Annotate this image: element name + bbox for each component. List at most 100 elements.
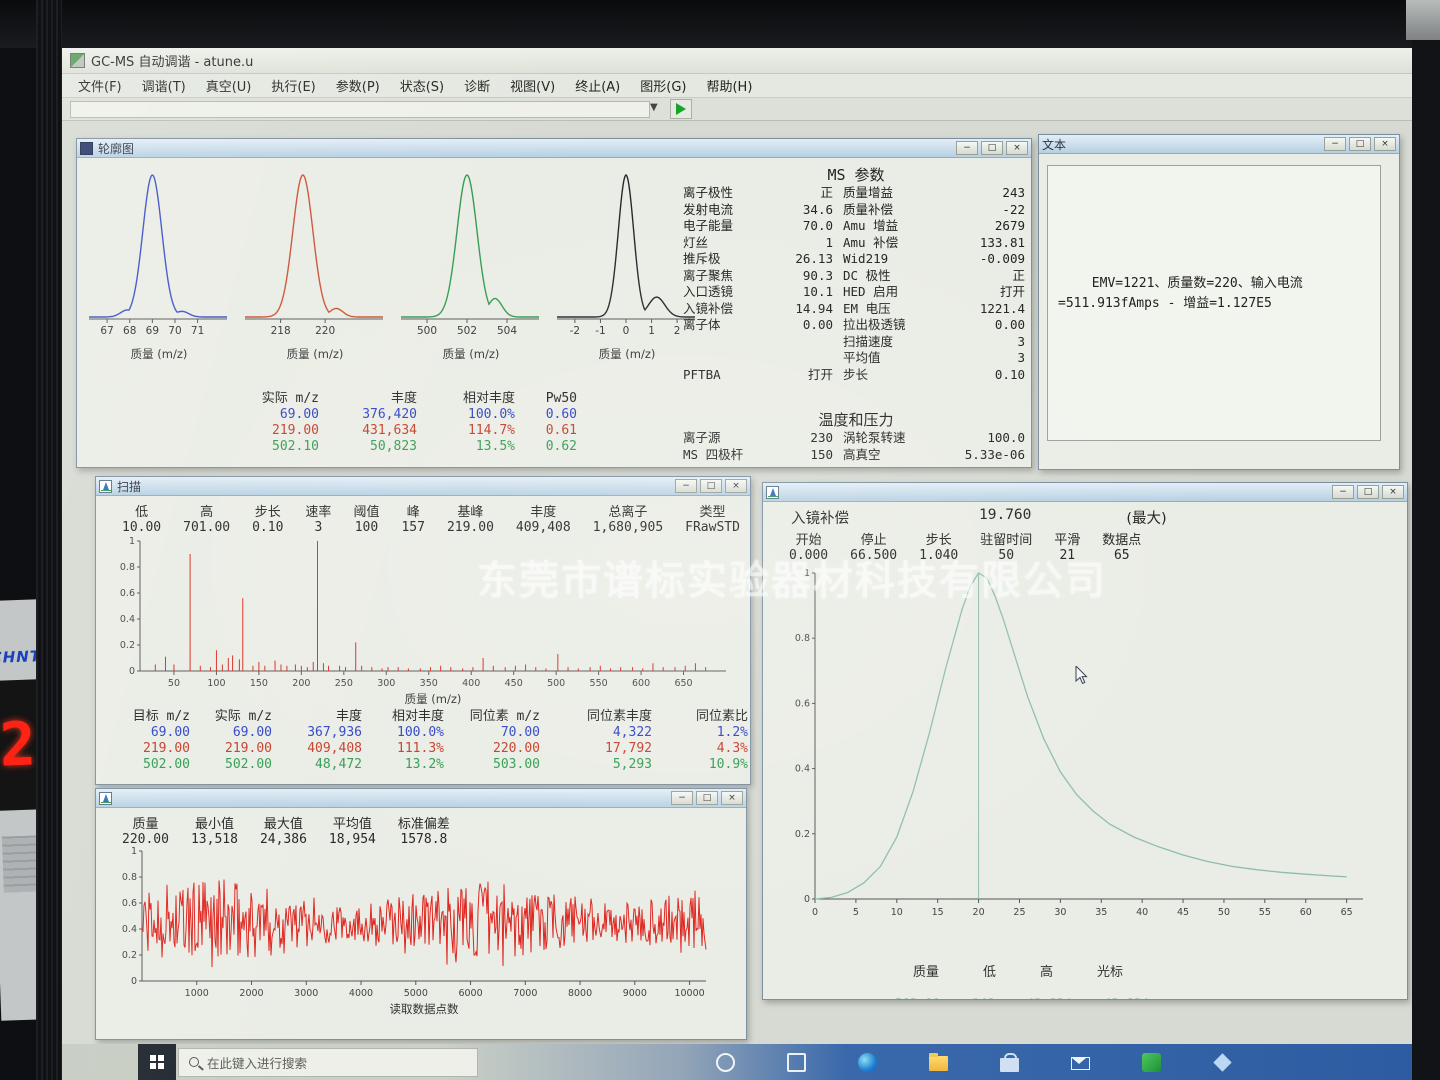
scan-window-titlebar[interactable]: 扫描 −□× [96,477,750,496]
close-button[interactable]: × [725,479,747,493]
chevron-down-icon[interactable]: ▼ [650,102,658,113]
svg-text:200: 200 [292,678,310,689]
task-view-icon[interactable] [787,1053,806,1072]
temp-pressure-rows: 离子源230涡轮泵转速100.0MS 四极杆150高真空5.33e-06 [683,430,1029,463]
ms-params-panel: MS 参数 离子极性正质量增益243发射电流34.6质量补偿-22电子能量70.… [683,159,1029,467]
menu-item-2[interactable]: 真空(U) [196,74,262,97]
menu-item-4[interactable]: 参数(P) [326,74,390,97]
menu-item-10[interactable]: 帮助(H) [696,74,762,97]
edge-browser-icon[interactable] [858,1053,877,1072]
chnt-brand-label: CHNT [0,647,41,667]
menu-item-5[interactable]: 状态(S) [390,74,454,97]
stat-col: 质量220.00 [122,813,169,847]
ms-param-cell: 14.94 [775,301,833,318]
table-header-cell: 丰度 [276,709,366,725]
table-cell: 10.9% [656,757,750,773]
minimize-button[interactable]: − [1324,137,1346,151]
ms-param-cell: 70.0 [775,218,833,235]
stat-col: 高701.00 [183,501,230,535]
stat-header: 最小值 [191,813,238,832]
minimize-button[interactable]: − [1332,485,1354,499]
menu-item-0[interactable]: 文件(F) [68,74,132,97]
table-row: 502.1050,82313.5%0.62 [235,439,581,455]
ms-param-cell: Wid219 [833,251,937,268]
stat-header: 开始 [789,529,828,548]
ms-param-cell: MS 四极杆 [683,447,775,464]
text-window-titlebar[interactable]: 文本 −□× [1039,135,1399,154]
table-cell: 219.00 [194,741,276,757]
table-header-row: 目标 m/z实际 m/z丰度相对丰度同位素 m/z同位素丰度同位素比 [122,709,750,725]
ms-param-cell: 平均值 [833,350,937,367]
mail-icon[interactable] [1071,1057,1090,1070]
menu-item-3[interactable]: 执行(E) [261,74,325,97]
menu-item-6[interactable]: 诊断 [454,74,500,97]
windows-logo-icon [150,1055,164,1069]
menu-item-9[interactable]: 图形(G) [630,74,696,97]
tune-combobox[interactable] [70,101,650,118]
stat-col: 总离子1,680,905 [593,501,663,535]
store-icon[interactable] [1000,1058,1019,1072]
ms-params-rows: 离子极性正质量增益243发射电流34.6质量补偿-22电子能量70.0Amu 增… [683,185,1029,383]
maximize-button[interactable]: □ [1349,137,1371,151]
stat-col: 基峰219.00 [447,501,494,535]
stat-col: 类型FRawSTD [685,501,740,535]
table-cell: 69.00 [235,407,323,423]
ramp-footer-value: 502.00 [895,995,940,999]
close-button[interactable]: × [1382,485,1404,499]
minimize-button[interactable]: − [675,479,697,493]
profile-plot-svg-1: 218220 [241,163,387,341]
noise-window-titlebar[interactable]: −□× [96,789,746,808]
file-explorer-icon[interactable] [929,1056,948,1071]
profile-window-titlebar[interactable]: 轮廓图 −□× [77,139,1031,158]
table-cell: 50,823 [323,439,421,455]
app-titlebar[interactable]: GC-MS 自动调谐 - atune.u [62,48,1412,74]
taskbar-search-input[interactable]: 在此键入进行搜索 [178,1048,478,1077]
stat-header: 峰 [401,501,424,520]
svg-text:0.2: 0.2 [122,950,137,961]
maximize-button[interactable]: □ [1357,485,1379,499]
maximize-button[interactable]: □ [700,479,722,493]
menu-item-1[interactable]: 调谐(T) [132,74,196,97]
ramp-window-titlebar[interactable]: −□× [763,483,1407,502]
svg-text:0.8: 0.8 [795,633,810,644]
ms-param-cell: 34.6 [775,202,833,219]
table-cell: 409,408 [276,741,366,757]
menu-item-7[interactable]: 视图(V) [500,74,565,97]
ms-param-cell: Amu 增益 [833,218,937,235]
maximize-button[interactable]: □ [981,141,1003,155]
cortana-icon[interactable] [716,1053,735,1072]
text-window-body: EMV=1221、质量数=220、输入电流=511.913fAmps - 增益=… [1039,155,1399,469]
svg-text:500: 500 [547,678,565,689]
svg-text:550: 550 [590,678,608,689]
close-button[interactable]: × [721,791,743,805]
table-header-cell: Pw50 [519,391,581,407]
ramp-chart[interactable]: 00.20.40.60.8105101520253035404550556065 [771,561,1395,943]
scan-window-icon [99,480,112,493]
ms-param-cell: 离子极性 [683,185,775,202]
ms-param-cell: 1221.4 [937,301,1029,318]
table-header-cell: 同位素丰度 [544,709,656,725]
ms-param-cell: 150 [775,447,833,464]
close-button[interactable]: × [1006,141,1028,155]
profile-plot-svg-2: 500502504 [397,163,543,341]
minimize-button[interactable]: − [671,791,693,805]
menu-item-8[interactable]: 终止(A) [565,74,630,97]
scan-window-body: 低10.00高701.00步长0.10速率3阈值100峰157基峰219.00丰… [96,497,750,784]
start-button[interactable] [138,1044,176,1080]
profile-window-buttons: −□× [956,141,1028,155]
svg-text:0.4: 0.4 [120,614,135,625]
svg-text:3000: 3000 [294,988,318,999]
table-header-cell: 丰度 [323,391,421,407]
text-output: EMV=1221、质量数=220、输入电流=511.913fAmps - 增益=… [1058,274,1370,314]
ramp-param-row: 入镜补偿 19.760 (最大) [791,507,1167,528]
stat-header: 步长 [919,529,958,548]
table-header-cell: 相对丰度 [421,391,519,407]
minimize-button[interactable]: − [956,141,978,155]
green-app-icon[interactable] [1142,1053,1161,1072]
app-icon [70,53,85,68]
blue-app-icon[interactable] [1213,1053,1231,1071]
run-button[interactable] [670,99,692,119]
table-row: 219.00431,634114.7%0.61 [235,423,581,439]
maximize-button[interactable]: □ [696,791,718,805]
close-button[interactable]: × [1374,137,1396,151]
